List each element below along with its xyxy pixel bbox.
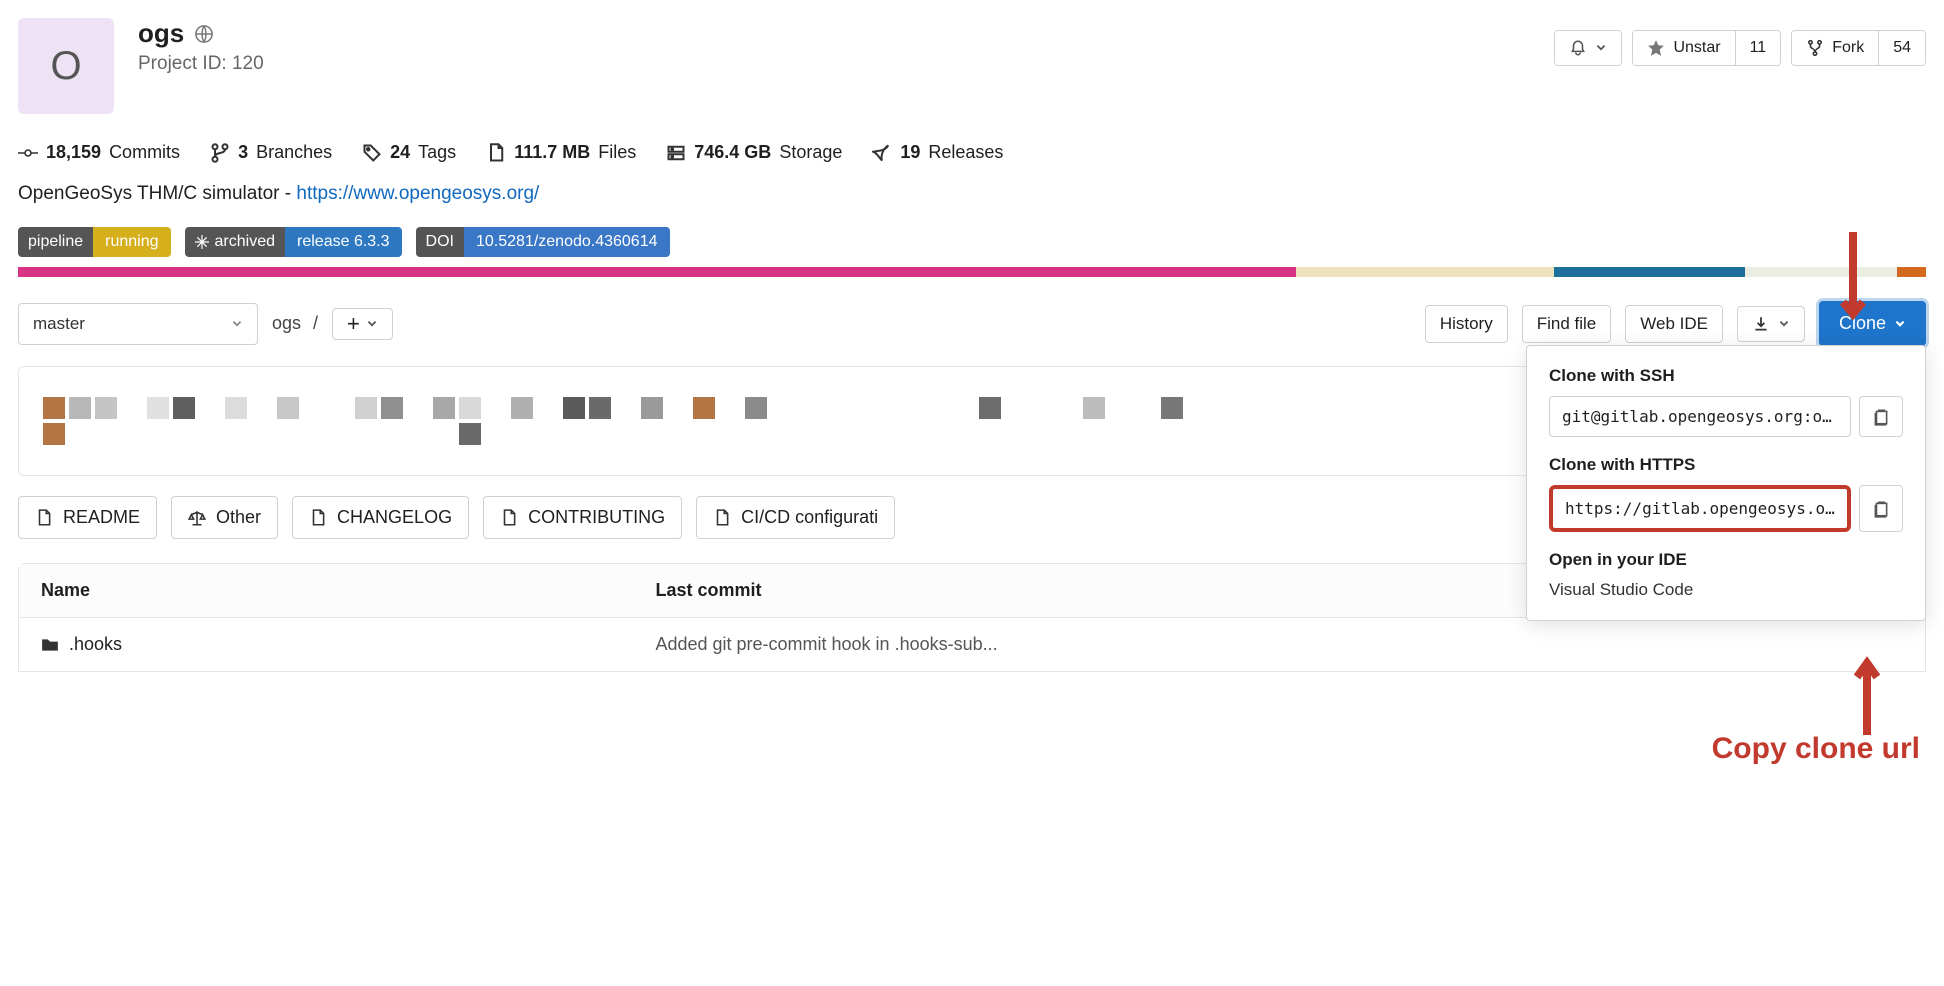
file-name: .hooks bbox=[69, 634, 122, 655]
snowflake-icon bbox=[195, 235, 209, 249]
bell-icon bbox=[1569, 39, 1587, 57]
breadcrumb: ogs/ bbox=[272, 313, 318, 334]
copy-https-button[interactable] bbox=[1859, 485, 1903, 532]
file-icon bbox=[713, 509, 731, 527]
stat-tags[interactable]: 24Tags bbox=[362, 142, 456, 163]
stat-storage[interactable]: 746.4 GBStorage bbox=[666, 142, 842, 163]
clone-ssh-input[interactable]: git@gitlab.opengeosys.org:ogs bbox=[1549, 396, 1851, 437]
project-description: OpenGeoSys THM/C simulator - https://www… bbox=[18, 183, 1926, 205]
stat-releases[interactable]: 19Releases bbox=[872, 142, 1003, 163]
project-link[interactable]: https://www.opengeosys.org/ bbox=[296, 183, 539, 204]
chevron-down-icon bbox=[1778, 318, 1790, 330]
contributing-button[interactable]: CONTRIBUTING bbox=[483, 496, 682, 539]
chevron-down-icon bbox=[366, 318, 378, 330]
ide-option-vscode[interactable]: Visual Studio Code bbox=[1549, 580, 1903, 600]
file-icon bbox=[486, 143, 506, 163]
download-dropdown[interactable] bbox=[1737, 306, 1805, 342]
clone-ssh-label: Clone with SSH bbox=[1549, 366, 1903, 386]
clipboard-icon bbox=[1872, 408, 1890, 426]
fork-icon bbox=[1806, 39, 1824, 57]
file-icon bbox=[309, 509, 327, 527]
language-bar bbox=[18, 267, 1926, 277]
project-id: Project ID: 120 bbox=[138, 53, 264, 75]
clone-https-label: Clone with HTTPS bbox=[1549, 455, 1903, 475]
folder-icon bbox=[41, 636, 59, 654]
annotation-text: Copy clone url bbox=[1712, 732, 1920, 766]
stat-commits[interactable]: 18,159Commits bbox=[18, 142, 180, 163]
download-icon bbox=[1752, 315, 1770, 333]
col-name-header: Name bbox=[41, 580, 655, 601]
add-dropdown[interactable]: + bbox=[332, 308, 393, 340]
changelog-button[interactable]: CHANGELOG bbox=[292, 496, 469, 539]
notification-dropdown[interactable] bbox=[1554, 30, 1622, 66]
clone-https-input[interactable]: https://gitlab.opengeosys.org bbox=[1549, 485, 1851, 532]
clone-dropdown: Clone with SSH git@gitlab.opengeosys.org… bbox=[1526, 345, 1926, 621]
file-icon bbox=[35, 509, 53, 527]
badge-pipeline[interactable]: pipelinerunning bbox=[18, 227, 171, 257]
star-count: 11 bbox=[1750, 39, 1767, 57]
copy-ssh-button[interactable] bbox=[1859, 396, 1903, 437]
open-ide-label: Open in your IDE bbox=[1549, 550, 1903, 570]
commit-icon bbox=[18, 143, 38, 163]
badge-archived[interactable]: archivedrelease 6.3.3 bbox=[185, 227, 402, 257]
table-row[interactable]: .hooks Added git pre-commit hook in .hoo… bbox=[19, 618, 1925, 671]
star-button[interactable]: Unstar 11 bbox=[1632, 30, 1781, 66]
fork-button[interactable]: Fork 54 bbox=[1791, 30, 1926, 66]
find-file-button[interactable]: Find file bbox=[1522, 305, 1612, 343]
chevron-down-icon bbox=[1595, 42, 1607, 54]
clipboard-icon bbox=[1872, 500, 1890, 518]
fork-count: 54 bbox=[1893, 39, 1911, 57]
stat-files[interactable]: 111.7 MBFiles bbox=[486, 142, 636, 163]
fork-label: Fork bbox=[1832, 39, 1864, 57]
license-button[interactable]: Other bbox=[171, 496, 278, 539]
chevron-down-icon bbox=[231, 318, 243, 330]
stat-branches[interactable]: 3Branches bbox=[210, 142, 332, 163]
file-commit-msg: Added git pre-commit hook in .hooks-sub.… bbox=[655, 634, 1903, 655]
history-button[interactable]: History bbox=[1425, 305, 1508, 343]
web-ide-button[interactable]: Web IDE bbox=[1625, 305, 1723, 343]
file-icon bbox=[500, 509, 518, 527]
storage-icon bbox=[666, 143, 686, 163]
globe-icon bbox=[194, 24, 214, 44]
readme-button[interactable]: README bbox=[18, 496, 157, 539]
branch-icon bbox=[210, 143, 230, 163]
unstar-label: Unstar bbox=[1673, 39, 1720, 57]
breadcrumb-root[interactable]: ogs bbox=[272, 313, 301, 334]
star-icon bbox=[1647, 39, 1665, 57]
project-avatar: O bbox=[18, 18, 114, 114]
project-title: ogs bbox=[138, 18, 184, 49]
tag-icon bbox=[362, 143, 382, 163]
branch-select[interactable]: master bbox=[18, 303, 258, 345]
clone-button[interactable]: Clone bbox=[1819, 301, 1926, 346]
scale-icon bbox=[188, 509, 206, 527]
chevron-down-icon bbox=[1894, 318, 1906, 330]
cicd-config-button[interactable]: CI/CD configurati bbox=[696, 496, 895, 539]
rocket-icon bbox=[872, 143, 892, 163]
badge-doi[interactable]: DOI10.5281/zenodo.4360614 bbox=[416, 227, 670, 257]
